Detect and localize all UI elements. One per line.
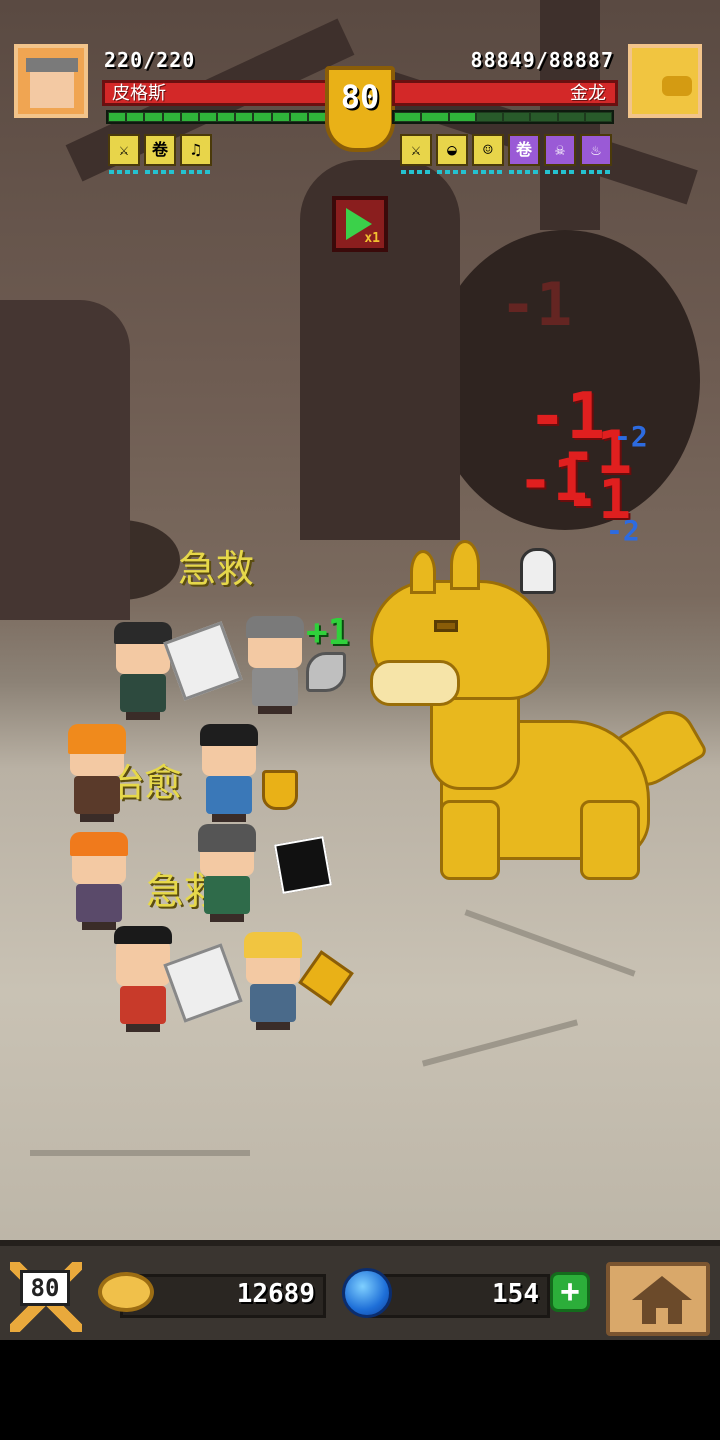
- damage-number: -1: [500, 270, 573, 340]
- player-level-value: 80: [20, 1270, 70, 1306]
- enemy-energy-bar: [392, 110, 614, 124]
- shield-damage-number: -2: [614, 420, 648, 453]
- hero-character[interactable]: [242, 932, 304, 1030]
- add-gems-button[interactable]: +: [550, 1272, 590, 1312]
- hero-character[interactable]: [244, 616, 306, 714]
- skull-buff-icon[interactable]: ☠: [544, 134, 576, 166]
- level-shield-badge: 80: [325, 66, 395, 152]
- claw-weapon-icon: [163, 621, 243, 701]
- sword-buff-icon[interactable]: ⚔: [400, 134, 432, 166]
- hero-character[interactable]: [198, 724, 260, 822]
- bread-buff-icon[interactable]: ◒: [436, 134, 468, 166]
- dragon-eye: [434, 620, 458, 632]
- gold-amount: 12689: [236, 1279, 315, 1309]
- golden-dragon-portrait-icon[interactable]: [628, 44, 702, 118]
- home-button[interactable]: [606, 1262, 710, 1336]
- heal-number: +1: [306, 612, 350, 653]
- scroll-buff-icon[interactable]: 卷: [144, 134, 176, 166]
- player-level-badge[interactable]: 80: [10, 1262, 82, 1332]
- gem-counter: 154: [368, 1274, 550, 1318]
- bottom-resource-bar: 80 12689 154 +: [0, 1240, 720, 1340]
- hero-character[interactable]: [112, 926, 174, 1032]
- player-energy-bar: [106, 110, 328, 124]
- ghost-buff-icon[interactable]: ♨: [580, 134, 612, 166]
- battle-speed-button[interactable]: x1: [332, 196, 388, 252]
- dragon-leg: [580, 800, 640, 880]
- dragon-spike: [450, 540, 480, 590]
- dragon-leg: [440, 800, 500, 880]
- hero-portrait-icon[interactable]: [14, 44, 88, 118]
- ground-crack: [30, 1150, 250, 1156]
- dragon-spike: [410, 550, 436, 594]
- axe-weapon-icon: [306, 652, 346, 692]
- claw-weapon-icon: [163, 943, 243, 1023]
- shield-item-icon: [262, 770, 298, 810]
- drum-buff-icon[interactable]: ♫: [180, 134, 212, 166]
- gold-coin-icon: [98, 1272, 154, 1312]
- hero-character[interactable]: [68, 832, 130, 930]
- battle-scene: 220/220 皮格斯 80 88849/88887 金龙 ⚔ 卷 ♫ ⚔ ◒ …: [0, 0, 720, 1240]
- sword-buff-icon[interactable]: ⚔: [108, 134, 140, 166]
- hero-character[interactable]: [196, 824, 258, 922]
- face-buff-icon[interactable]: ☺: [472, 134, 504, 166]
- blue-gem-icon: [342, 1268, 392, 1318]
- home-icon: [632, 1276, 692, 1300]
- player-name: 皮格斯: [112, 83, 166, 103]
- battle-hud: 220/220 皮格斯 80 88849/88887 金龙 ⚔ 卷 ♫ ⚔ ◒ …: [0, 0, 720, 190]
- ground-crack: [464, 909, 636, 977]
- ghost-status-icon: [520, 548, 556, 594]
- hero-character[interactable]: [66, 724, 128, 822]
- tree-trunk: [0, 300, 130, 620]
- ground-crack: [421, 1019, 579, 1067]
- dragon-jaw: [370, 660, 460, 706]
- speed-label: x1: [364, 231, 380, 246]
- enemy-name: 金龙: [570, 83, 606, 103]
- gem-amount: 154: [492, 1279, 539, 1309]
- flag-weapon-icon: [274, 836, 332, 894]
- level-value: 80: [340, 78, 380, 116]
- scroll-buff-icon[interactable]: 卷: [508, 134, 540, 166]
- skill-text-first-aid: 急救: [178, 549, 255, 591]
- player-hp-text: 220/220: [104, 48, 196, 72]
- enemy-hp-text: 88849/88887: [470, 48, 614, 72]
- hammer-weapon-icon: [298, 950, 354, 1006]
